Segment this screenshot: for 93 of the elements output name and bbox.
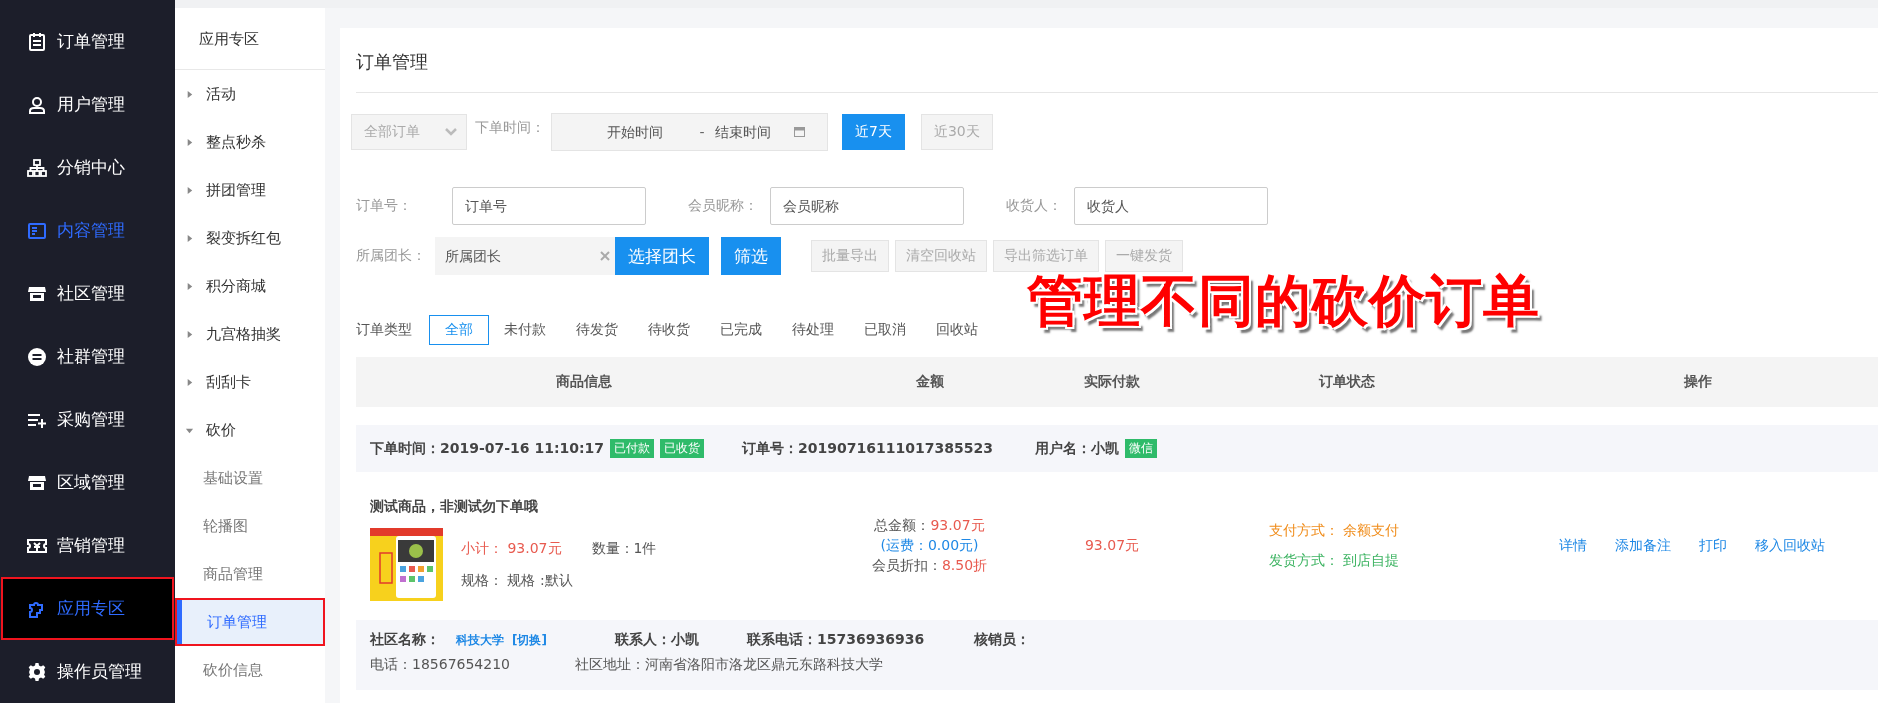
contact-phone: 联系电话：15736936936 (746, 631, 925, 649)
sidebar-item[interactable]: 营销管理 (1, 514, 174, 577)
subnav-item[interactable]: 砍价 (175, 406, 325, 454)
chevron-down-icon (444, 127, 458, 137)
sidebar-item[interactable]: 分销中心 (1, 136, 174, 199)
field-label: 收货人： (1006, 197, 1062, 215)
subnav-item[interactable]: 订单管理 (175, 598, 325, 646)
sidebar-item[interactable]: 内容管理 (1, 199, 174, 262)
subnav-item[interactable]: 基础设置 (175, 454, 325, 502)
payment-method: 支付方式： 余额支付 (1269, 522, 1401, 540)
subtotal: 小计： 93.07元 (461, 539, 562, 558)
status-tag: 已付款 (610, 439, 655, 458)
caret-right-icon (185, 329, 194, 339)
sidebar-item[interactable]: 区域管理 (1, 451, 174, 514)
field-label: 订单号： (356, 197, 413, 215)
shipping-fee: (运费：0.00元) (880, 537, 979, 555)
input-field[interactable]: 收货人 (1074, 187, 1268, 225)
column-header: 操作 (1682, 373, 1713, 391)
subnav-item[interactable]: 九宫格抽奖 (175, 310, 325, 358)
sidebar-item[interactable]: 订单管理 (1, 10, 174, 73)
subnav-item[interactable]: 活动 (175, 70, 325, 118)
settings-icon (27, 661, 47, 682)
subnav-item[interactable]: 拼团管理 (175, 166, 325, 214)
product-name: 测试商品，非测试勿下单哦 (370, 498, 539, 516)
subnav-item[interactable]: 裂变拆红包 (175, 214, 325, 262)
clipboard-icon (27, 31, 47, 52)
user-name: 用户名：小凯 (1034, 439, 1119, 458)
time-label: 下单时间： (475, 119, 545, 137)
community-label: 社区名称： (370, 631, 440, 649)
action-link[interactable]: 添加备注 (1615, 537, 1671, 555)
contact-name: 联系人：小凯 (614, 631, 699, 649)
column-header: 订单状态 (1317, 373, 1376, 391)
subnav-item[interactable]: 整点秒杀 (175, 118, 325, 166)
community-link[interactable]: 科技大学 (456, 631, 504, 649)
column-header: 商品信息 (555, 373, 613, 391)
total-amount: 总金额：93.07元 (874, 517, 985, 535)
order-type-tab[interactable]: 已取消 (849, 315, 921, 345)
action-link[interactable]: 打印 (1699, 537, 1727, 555)
community-address: 社区地址：河南省洛阳市洛龙区鼎元东路科技大学 (575, 656, 883, 674)
product-spec: 规格： 规格 :默认 (461, 571, 574, 590)
input-field[interactable]: 会员昵称 (770, 187, 964, 225)
leader-field[interactable]: 所属团长 (435, 237, 615, 275)
order-type-tab[interactable]: 已完成 (705, 315, 777, 345)
platform-tag: 微信 (1124, 439, 1157, 458)
paid-amount: 93.07元 (1083, 537, 1141, 555)
subnav-item[interactable]: 积分商城 (175, 262, 325, 310)
input-field[interactable]: 订单号 (452, 187, 646, 225)
phone: 电话：18567654210 (370, 656, 510, 674)
caret-right-icon (185, 377, 194, 387)
sidebar-item[interactable]: 用户管理 (1, 73, 174, 136)
document-icon (27, 220, 47, 241)
subnav-item[interactable]: 砍价信息 (175, 646, 325, 694)
action-link[interactable]: 移入回收站 (1755, 537, 1825, 555)
date-range-field[interactable]: 开始时间 - 结束时间 (551, 113, 828, 151)
delivery-method: 发货方式： 到店自提 (1269, 552, 1401, 570)
order-number: 订单号：20190716111017385523 (742, 439, 993, 458)
order-type-label: 订单类型 (356, 321, 412, 339)
minus-circle-icon (27, 346, 47, 367)
subnav-item[interactable]: 刮刮卡 (175, 358, 325, 406)
quantity: 数量：1件 (591, 539, 657, 558)
subnav-title: 应用专区 (175, 8, 325, 70)
hierarchy-icon (27, 157, 47, 178)
calendar-icon (794, 126, 805, 137)
field-label: 所属团长： (356, 247, 427, 265)
order-type-tab[interactable]: 待收货 (633, 315, 705, 345)
sidebar-item[interactable]: 采购管理 (1, 388, 174, 451)
subnav-item[interactable]: 轮播图 (175, 502, 325, 550)
order-type-tab[interactable]: 回收站 (921, 315, 993, 345)
member-discount: 会员折扣：8.50折 (871, 557, 988, 575)
column-header: 实际付款 (1083, 373, 1141, 391)
order-type-tab[interactable]: 未付款 (489, 315, 561, 345)
page-title: 订单管理 (356, 28, 1878, 93)
caret-right-icon (185, 233, 194, 243)
sidebar-item[interactable]: 社区管理 (1, 262, 174, 325)
sidebar-item[interactable]: 操作员管理 (1, 640, 174, 703)
action-link[interactable]: 详情 (1559, 537, 1587, 555)
status-tag: 已收货 (660, 439, 705, 458)
clear-icon[interactable] (600, 251, 610, 261)
caret-right-icon (185, 185, 194, 195)
order-time: 下单时间：2019-07-16 11:10:17 (370, 439, 605, 458)
order-type-tab[interactable]: 待发货 (561, 315, 633, 345)
column-header: 金额 (914, 373, 945, 391)
sidebar-item[interactable]: 应用专区 (1, 577, 174, 640)
order-type-tab[interactable]: 全部 (429, 315, 489, 345)
field-label: 会员昵称： (688, 197, 758, 215)
caret-right-icon (185, 89, 194, 99)
verifier-label: 核销员： (974, 631, 1031, 649)
subnav-item[interactable]: 商品管理 (175, 550, 325, 598)
user-icon (27, 94, 47, 115)
caret-right-icon (185, 281, 194, 291)
caret-right-icon (185, 137, 194, 147)
sidebar-item[interactable]: 社群管理 (1, 325, 174, 388)
order-type-tab[interactable]: 待处理 (777, 315, 849, 345)
